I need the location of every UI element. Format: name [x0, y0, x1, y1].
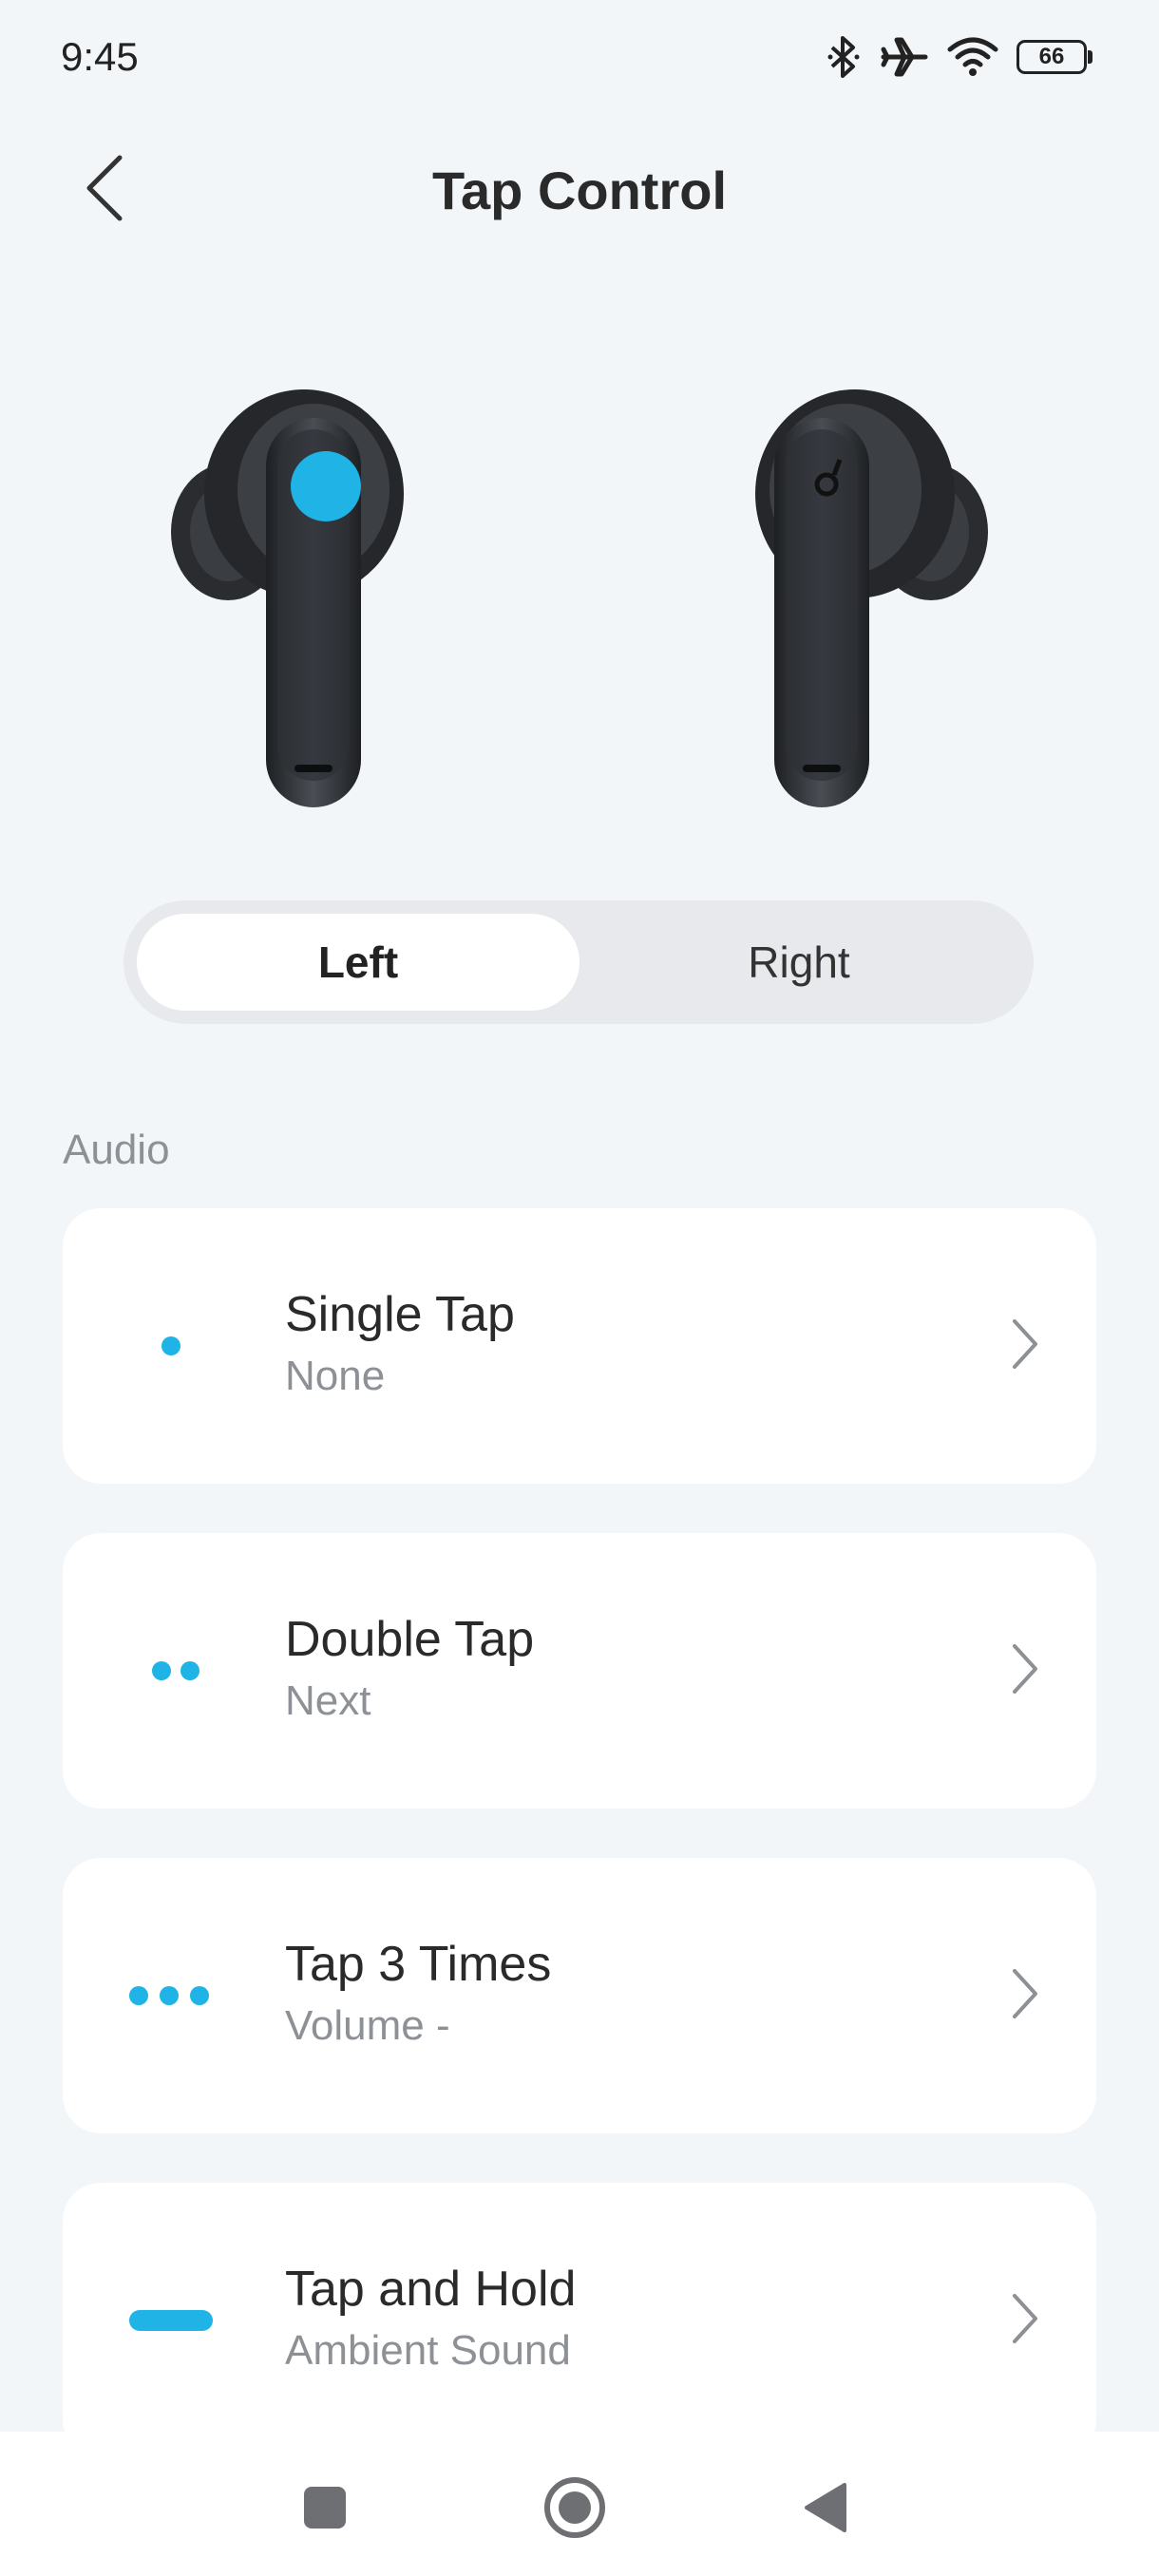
- section-label-audio: Audio: [63, 1127, 170, 1173]
- back-nav-button[interactable]: [787, 2472, 863, 2548]
- battery-icon: 66: [1016, 40, 1092, 74]
- bluetooth-icon: [825, 34, 863, 80]
- status-time: 9:45: [61, 34, 139, 79]
- tap-3-times-row[interactable]: Tap 3 Times Volume -: [63, 1858, 1096, 2133]
- single-tap-value: None: [285, 1353, 386, 1399]
- chevron-right-icon: [1011, 1967, 1039, 2025]
- double-tap-row[interactable]: Double Tap Next: [63, 1533, 1096, 1809]
- status-icons: 66: [825, 28, 1092, 85]
- system-nav-bar: [0, 2432, 1159, 2576]
- tap-and-hold-value: Ambient Sound: [285, 2327, 571, 2374]
- side-selector: Left Right: [124, 900, 1034, 1024]
- chevron-right-icon: [1011, 1317, 1039, 1375]
- left-earbud-image: [171, 389, 404, 807]
- double-tap-value: Next: [285, 1677, 371, 1724]
- right-earbud-image: [755, 389, 988, 807]
- back-triangle-icon: [801, 2481, 848, 2539]
- tap-3-times-value: Volume -: [285, 2002, 450, 2049]
- tap-area-highlight: [291, 451, 361, 521]
- square-icon: [302, 2485, 348, 2535]
- tap-and-hold-title: Tap and Hold: [285, 2262, 577, 2317]
- earbuds-illustration: [0, 380, 1159, 817]
- home-circle-icon: [542, 2474, 608, 2546]
- wifi-icon: [946, 34, 999, 80]
- chevron-right-icon: [1011, 1642, 1039, 1700]
- tap-and-hold-row[interactable]: Tap and Hold Ambient Sound: [63, 2183, 1096, 2458]
- home-button[interactable]: [537, 2472, 613, 2548]
- dash-icon: [129, 2183, 262, 2458]
- double-dot-icon: [129, 1533, 262, 1809]
- status-bar: 9:45 66: [0, 0, 1159, 114]
- page-title: Tap Control: [431, 161, 728, 220]
- recents-button[interactable]: [287, 2472, 363, 2548]
- tab-left[interactable]: Left: [137, 914, 580, 1011]
- single-tap-row[interactable]: Single Tap None: [63, 1208, 1096, 1484]
- battery-level: 66: [1038, 44, 1065, 69]
- tap-3-times-title: Tap 3 Times: [285, 1937, 552, 1992]
- tab-right[interactable]: Right: [578, 914, 1020, 1011]
- airplane-icon: [880, 34, 929, 80]
- double-tap-title: Double Tap: [285, 1612, 535, 1667]
- header: Tap Control: [0, 133, 1159, 247]
- chevron-right-icon: [1011, 2292, 1039, 2350]
- triple-dot-icon: [129, 1858, 262, 2133]
- single-tap-title: Single Tap: [285, 1287, 515, 1342]
- single-dot-icon: [129, 1208, 262, 1484]
